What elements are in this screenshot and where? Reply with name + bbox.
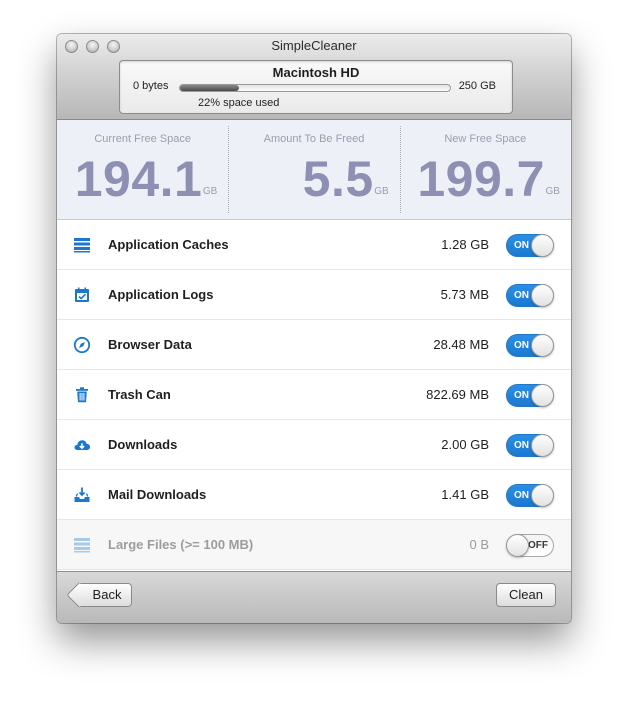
item-size: 0 B [469,537,489,552]
item-label: Trash Can [108,387,171,402]
item-label: Large Files (>= 100 MB) [108,537,254,552]
toggle-knob [506,534,529,557]
disk-used-text: 22% space used [198,97,280,109]
item-label: Downloads [108,437,178,452]
toggle-knob [531,434,554,457]
app-window: SimpleCleaner Macintosh HD 0 bytes 250 G… [57,34,571,623]
list-item-mail-downloads: Mail Downloads 1.41 GB ON [57,470,571,520]
new-free-space: New Free Space 199.7 GB [399,120,571,219]
toggle-knob [531,334,554,357]
list-item-downloads: Downloads 2.00 GB ON [57,420,571,470]
disk-usage-fill [180,85,240,91]
toggle-knob [531,234,554,257]
stack-icon [73,236,91,254]
stat-value: 194.1 [74,151,203,207]
compass-icon [73,336,91,354]
trash-icon [73,386,91,404]
toggle-large-files[interactable]: OFF [506,534,554,557]
clean-button[interactable]: Clean [496,583,556,607]
toggle-knob [531,484,554,507]
item-size: 1.28 GB [441,237,489,252]
toggle-knob [531,284,554,307]
item-label: Application Caches [108,237,229,252]
back-button[interactable]: Back [79,583,132,607]
item-size: 28.48 MB [433,337,489,352]
calendar-check-icon [73,286,91,304]
stat-value: 199.7 [417,151,545,207]
list-item-browser-data: Browser Data 28.48 MB ON [57,320,571,370]
cleanup-items-list: Application Caches 1.28 GB ON Applicatio… [57,220,571,571]
toggle-state-label: ON [514,240,529,251]
disk-max-label: 250 GB [458,80,496,92]
item-label: Application Logs [108,287,214,302]
toggle-trash-can[interactable]: ON [506,384,554,407]
disk-usage-bar [179,84,451,92]
stat-label: New Free Space [444,133,527,145]
item-label: Browser Data [108,337,192,352]
list-item-trash-can: Trash Can 822.69 MB ON [57,370,571,420]
item-label: Mail Downloads [108,487,207,502]
footer-bar: Back Clean [57,571,571,623]
window-title: SimpleCleaner [271,38,357,53]
toggle-downloads[interactable]: ON [506,434,554,457]
stat-label: Current Free Space [94,133,191,145]
toggle-state-label: ON [514,290,529,301]
toggle-application-logs[interactable]: ON [506,284,554,307]
list-item-large-files: Large Files (>= 100 MB) 0 B OFF [57,520,571,570]
toggle-state-label: ON [514,440,529,451]
stat-value: 5.5 [302,151,374,207]
disk-min-label: 0 bytes [133,80,169,92]
toggle-browser-data[interactable]: ON [506,334,554,357]
list-item-application-caches: Application Caches 1.28 GB ON [57,220,571,270]
stat-unit: GB [374,186,389,197]
toggle-state-label: ON [514,390,529,401]
back-button-label: Back [92,587,122,602]
space-summary: Current Free Space 194.1 GB Amount To Be… [57,120,571,220]
stat-unit: GB [202,186,218,197]
toggle-state-label: OFF [528,540,548,551]
current-free-space: Current Free Space 194.1 GB [57,120,228,219]
inbox-download-icon [73,486,91,504]
item-size: 2.00 GB [441,437,489,452]
stack-icon [73,536,91,554]
item-size: 822.69 MB [426,387,489,402]
toggle-knob [531,384,554,407]
item-size: 1.41 GB [441,487,489,502]
title-bar: SimpleCleaner Macintosh HD 0 bytes 250 G… [57,34,571,120]
stat-unit: GB [545,186,560,197]
amount-to-be-freed: Amount To Be Freed 5.5 GB [228,120,399,219]
cloud-download-icon [73,436,91,454]
disk-name: Macintosh HD [272,65,360,80]
disk-usage-panel: Macintosh HD 0 bytes 250 GB 22% space us… [119,60,513,114]
item-size: 5.73 MB [440,287,489,302]
toggle-application-caches[interactable]: ON [506,234,554,257]
list-item-application-logs: Application Logs 5.73 MB ON [57,270,571,320]
stat-label: Amount To Be Freed [263,133,365,145]
toggle-mail-downloads[interactable]: ON [506,484,554,507]
toggle-state-label: ON [514,340,529,351]
toggle-state-label: ON [514,490,529,501]
